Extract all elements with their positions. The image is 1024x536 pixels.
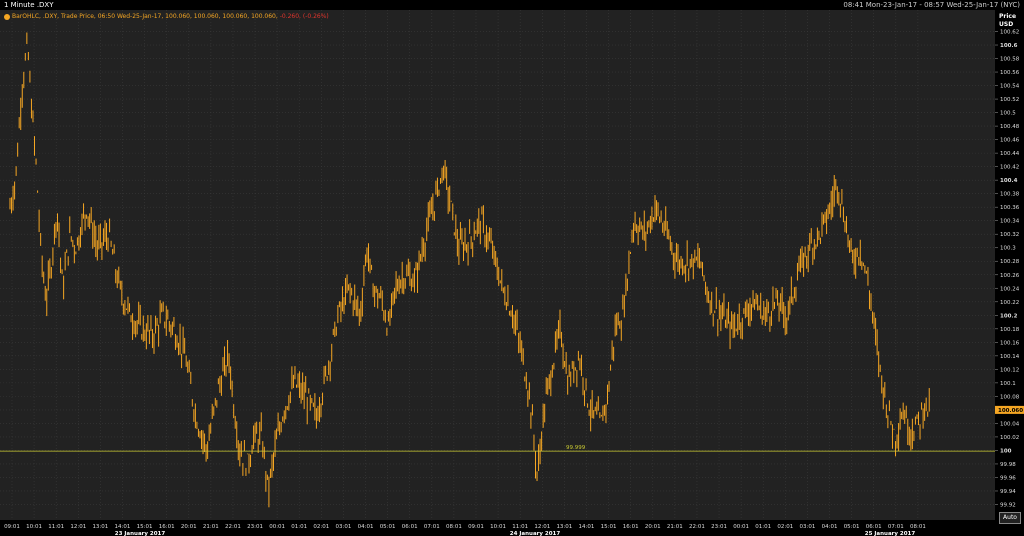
time-tick-label: 07:01 [888,524,904,530]
time-tick-label: 09:01 [4,524,20,530]
time-tick-label: 01:01 [291,524,307,530]
time-tick-label: 08:01 [910,524,926,530]
time-tick-label: 14:01 [579,524,595,530]
price-tick-label: 100.28 [1000,259,1020,265]
time-tick-label: 05:01 [844,524,860,530]
reference-line-label: 99.999 [566,445,586,451]
time-tick-label: 21:01 [667,524,683,530]
time-tick-label: 20:01 [645,524,661,530]
price-tick-label: 100.34 [1000,219,1020,225]
time-tick-label: 04:01 [358,524,374,530]
title-bar: 1 Minute .DXY 08:41 Mon-23-Jan-17 - 08:5… [0,0,1024,10]
price-tick-label: 100.62 [1000,30,1019,36]
price-tick-label: 100.54 [1000,84,1020,90]
time-tick-label: 06:01 [402,524,418,530]
series-description: BarOHLC, .DXY, Trade Price, 06:50 Wed-25… [12,13,278,20]
price-tick-label: 99.98 [1000,462,1016,468]
time-tick-label: 02:01 [777,524,793,530]
time-tick-label: 03:01 [335,524,351,530]
time-tick-label: 13:01 [556,524,572,530]
time-tick-label: 09:01 [468,524,484,530]
price-tick-label: 100.6 [1000,43,1018,49]
price-tick-label: 100.16 [1000,340,1020,346]
time-tick-label: 00:01 [733,524,749,530]
price-tick-label: 100.56 [1000,70,1020,76]
price-tick-label: 100.58 [1000,57,1020,63]
time-tick-label: 21:01 [203,524,219,530]
chart-title: 1 Minute .DXY [4,1,54,9]
date-label: 25 January 2017 [865,531,916,536]
price-tick-label: 100.14 [1000,354,1020,360]
time-tick-label: 11:01 [512,524,528,530]
last-price-label: 100.060 [998,408,1023,414]
time-tick-label: 06:01 [866,524,882,530]
time-tick-label: 16:01 [159,524,175,530]
price-tick-label: 100.04 [1000,421,1020,427]
price-tick-label: 99.96 [1000,475,1016,481]
time-tick-label: 05:01 [380,524,396,530]
price-tick-label: 100.32 [1000,232,1019,238]
time-tick-label: 23:01 [247,524,263,530]
price-tick-label: 100.38 [1000,192,1020,198]
time-tick-label: 22:01 [689,524,705,530]
time-tick-label: 08:01 [446,524,462,530]
time-tick-label: 15:01 [137,524,153,530]
price-tick-label: 100.4 [1000,178,1018,184]
time-tick-label: 10:01 [490,524,506,530]
price-axis-title: Price USD [999,13,1017,28]
time-range: 08:41 Mon-23-Jan-17 - 08:57 Wed-25-Jan-1… [843,1,1020,9]
price-tick-label: 100.2 [1000,313,1018,319]
time-tick-label: 12:01 [70,524,86,530]
price-tick-label: 100.5 [1000,111,1016,117]
price-tick-label: 99.92 [1000,502,1016,508]
time-tick-label: 01:01 [755,524,771,530]
date-label: 23 January 2017 [115,531,166,536]
time-tick-label: 22:01 [225,524,241,530]
price-tick-label: 100 [1000,448,1012,454]
time-tick-label: 03:01 [799,524,815,530]
price-tick-label: 99.94 [1000,489,1016,495]
series-swatch-icon [4,13,10,20]
price-tick-label: 100.52 [1000,97,1019,103]
price-tick-label: 100.46 [1000,138,1020,144]
auto-scale-button[interactable]: Auto [999,512,1021,524]
time-tick-label: 13:01 [92,524,108,530]
price-tick-label: 100.26 [1000,273,1020,279]
time-tick-label: 20:01 [181,524,197,530]
price-tick-label: 100.44 [1000,151,1020,157]
price-tick-label: 100.42 [1000,165,1019,171]
price-tick-label: 100.3 [1000,246,1016,252]
price-tick-label: 100.1 [1000,381,1016,387]
time-tick-label: 14:01 [115,524,131,530]
date-label: 24 January 2017 [510,531,561,536]
price-tick-label: 100.12 [1000,367,1019,373]
price-tick-label: 100.18 [1000,327,1020,333]
series-change: -0.260, (-0.26%) [279,13,329,20]
time-tick-label: 12:01 [534,524,550,530]
price-tick-label: 100.02 [1000,435,1019,441]
time-tick-label: 00:01 [269,524,285,530]
price-tick-label: 100.36 [1000,205,1020,211]
time-tick-label: 02:01 [313,524,329,530]
price-tick-label: 100.24 [1000,286,1020,292]
time-tick-label: 04:01 [822,524,838,530]
time-tick-label: 07:01 [424,524,440,530]
time-tick-label: 23:01 [711,524,727,530]
price-chart[interactable]: 100.62 100.6 100.58 100.56 100.54 100.52 100.5… [0,10,1024,536]
price-tick-label: 100.48 [1000,124,1020,130]
time-tick-label: 15:01 [601,524,617,530]
price-tick-label: 100.08 [1000,394,1020,400]
series-legend: BarOHLC, .DXY, Trade Price, 06:50 Wed-25… [4,12,329,21]
time-tick-label: 11:01 [48,524,64,530]
time-tick-label: 16:01 [623,524,639,530]
last-price-badge: 100.060 [995,405,1024,414]
time-tick-label: 10:01 [26,524,42,530]
price-tick-label: 100.22 [1000,300,1019,306]
